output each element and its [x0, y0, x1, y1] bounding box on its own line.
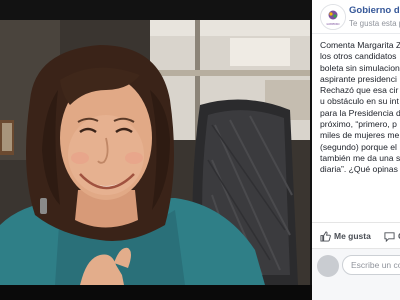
post-text-line: miles de mujeres me — [320, 130, 400, 141]
post-text-line: diaria”. ¿Qué opinas — [320, 164, 398, 175]
page-name-link[interactable]: Gobierno d — [349, 5, 400, 16]
post-header: GOBIERNO Gobierno d Te gusta esta p — [312, 0, 400, 40]
post-text-line: u obstáculo en su int — [320, 96, 399, 107]
thumbs-up-icon — [320, 230, 331, 242]
post-text-line: boleta sin simulacion — [320, 62, 400, 73]
svg-text:GOBIERNO: GOBIERNO — [327, 23, 340, 26]
post-text-line: Comenta Margarita Z — [320, 40, 400, 50]
post-text-line: para la Presidencia d — [320, 107, 400, 118]
user-avatar — [317, 255, 339, 277]
post-text-line: los otros candidatos — [320, 51, 397, 62]
photo-viewer-bottom-bar — [0, 285, 312, 300]
header-divider — [312, 33, 400, 34]
comment-composer — [312, 249, 400, 300]
woman-smiling-photo — [0, 20, 310, 285]
comment-bubble-icon — [384, 231, 395, 242]
actions-divider — [312, 222, 400, 223]
post-photo[interactable] — [0, 20, 310, 285]
page-logo[interactable]: GOBIERNO — [320, 4, 346, 30]
post-sidebar: GOBIERNO Gobierno d Te gusta esta p Come… — [312, 0, 400, 300]
post-text: Comenta Margarita Z los otros candidatos… — [320, 40, 400, 176]
post-actions: Me gusta Co — [312, 225, 400, 247]
comment-input[interactable] — [342, 255, 400, 275]
post-text-line: aspirante presidenci — [320, 73, 397, 84]
post-text-line: (segundo) porque el — [320, 141, 397, 152]
like-button[interactable]: Me gusta — [320, 229, 371, 243]
like-label: Me gusta — [334, 231, 371, 241]
post-text-line: Rechazó que esa cir — [320, 85, 399, 96]
comment-button[interactable]: Co — [384, 229, 400, 243]
government-seal-icon: GOBIERNO — [321, 5, 345, 29]
post-text-line: también me da una s — [320, 152, 400, 163]
post-text-line: próximo, “primero, p — [320, 119, 397, 130]
page-meta: Te gusta esta p — [349, 19, 400, 28]
